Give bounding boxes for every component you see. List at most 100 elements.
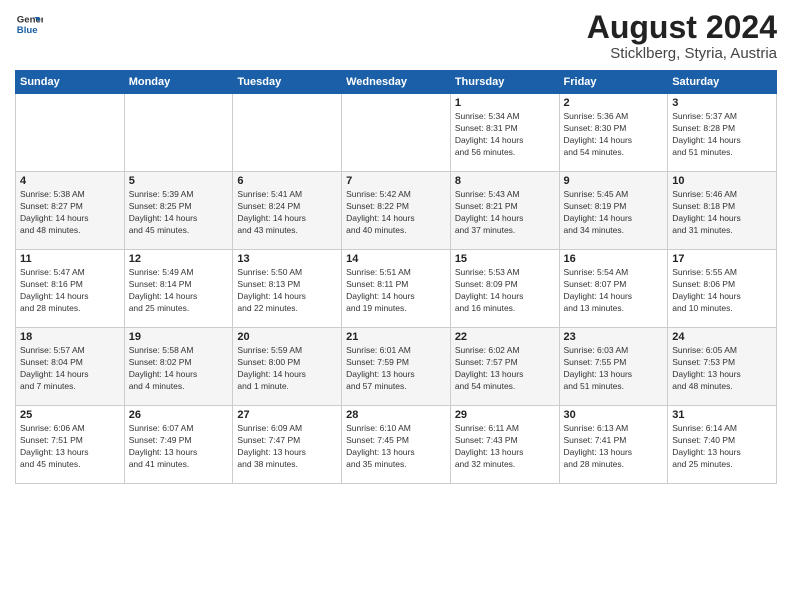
day-number: 24 [672,331,772,343]
table-row: 13 Sunrise: 5:50 AM Sunset: 8:13 PM Dayli… [233,250,342,328]
table-row: 19 Sunrise: 5:58 AM Sunset: 8:02 PM Dayli… [124,328,233,406]
table-row: 29Sunrise: 6:11 AM Sunset: 7:43 PM Dayli… [450,406,559,484]
day-number: 11 [20,253,120,265]
day-info: Sunrise: 5:59 AM Sunset: 8:00 PM Dayligh… [237,345,337,393]
day-number: 5 [129,175,229,187]
day-number: 14 [346,253,446,265]
day-number: 17 [672,253,772,265]
table-row: 9 Sunrise: 5:45 AM Sunset: 8:19 PM Daylig… [559,172,668,250]
table-row: 1 Sunrise: 5:34 AM Sunset: 8:31 PM Daylig… [450,94,559,172]
day-number: 27 [237,409,337,421]
day-number: 22 [455,331,555,343]
day-info: Sunrise: 5:34 AM Sunset: 8:31 PM Dayligh… [455,111,555,159]
table-row: 20 Sunrise: 5:59 AM Sunset: 8:00 PM Dayli… [233,328,342,406]
header-row: Sunday Monday Tuesday Wednesday Thursday… [16,71,777,94]
day-info: Sunrise: 6:02 AM Sunset: 7:57 PM Dayligh… [455,345,555,393]
table-row: 12 Sunrise: 5:49 AM Sunset: 8:14 PM Dayli… [124,250,233,328]
day-info: Sunrise: 5:55 AM Sunset: 8:06 PM Dayligh… [672,267,772,315]
day-info: Sunrise: 5:57 AM Sunset: 8:04 PM Dayligh… [20,345,120,393]
table-row: 8 Sunrise: 5:43 AM Sunset: 8:21 PM Daylig… [450,172,559,250]
table-row [124,94,233,172]
day-info: Sunrise: 5:43 AM Sunset: 8:21 PM Dayligh… [455,189,555,237]
day-number: 20 [237,331,337,343]
day-number: 3 [672,97,772,109]
day-info: Sunrise: 5:51 AM Sunset: 8:11 PM Dayligh… [346,267,446,315]
day-number: 15 [455,253,555,265]
table-row: 15 Sunrise: 5:53 AM Sunset: 8:09 PM Dayli… [450,250,559,328]
day-number: 9 [564,175,664,187]
header: General Blue August 2024 Sticklberg, Sty… [15,10,777,62]
day-number: 6 [237,175,337,187]
col-thursday: Thursday [450,71,559,94]
table-row [233,94,342,172]
title-block: August 2024 Sticklberg, Styria, Austria [587,10,777,62]
day-number: 8 [455,175,555,187]
day-number: 12 [129,253,229,265]
table-row: 28 Sunrise: 6:10 AM Sunset: 7:45 PM Dayli… [342,406,451,484]
table-row [342,94,451,172]
page-container: General Blue August 2024 Sticklberg, Sty… [0,0,792,494]
day-info: Sunrise: 6:09 AM Sunset: 7:47 PM Dayligh… [237,423,337,471]
table-row: 3 Sunrise: 5:37 AM Sunset: 8:28 PM Daylig… [668,94,777,172]
table-row: 22 Sunrise: 6:02 AM Sunset: 7:57 PM Dayli… [450,328,559,406]
day-info: Sunrise: 5:39 AM Sunset: 8:25 PM Dayligh… [129,189,229,237]
day-info: Sunrise: 6:07 AM Sunset: 7:49 PM Dayligh… [129,423,229,471]
table-row: 5 Sunrise: 5:39 AM Sunset: 8:25 PM Daylig… [124,172,233,250]
day-info: Sunrise: 6:05 AM Sunset: 7:53 PM Dayligh… [672,345,772,393]
logo: General Blue [15,10,43,38]
day-number: 13 [237,253,337,265]
day-number: 2 [564,97,664,109]
day-info: Sunrise: 5:53 AM Sunset: 8:09 PM Dayligh… [455,267,555,315]
table-row: 24 Sunrise: 6:05 AM Sunset: 7:53 PM Dayli… [668,328,777,406]
day-number: 30 [564,409,664,421]
day-info: Sunrise: 5:42 AM Sunset: 8:22 PM Dayligh… [346,189,446,237]
day-number: 18 [20,331,120,343]
col-wednesday: Wednesday [342,71,451,94]
col-sunday: Sunday [16,71,125,94]
month-year: August 2024 [587,10,777,45]
day-info: Sunrise: 6:14 AM Sunset: 7:40 PM Dayligh… [672,423,772,471]
day-info: Sunrise: 6:06 AM Sunset: 7:51 PM Dayligh… [20,423,120,471]
calendar-table: Sunday Monday Tuesday Wednesday Thursday… [15,70,777,484]
day-info: Sunrise: 5:54 AM Sunset: 8:07 PM Dayligh… [564,267,664,315]
day-number: 28 [346,409,446,421]
day-number: 25 [20,409,120,421]
day-info: Sunrise: 6:03 AM Sunset: 7:55 PM Dayligh… [564,345,664,393]
day-number: 10 [672,175,772,187]
table-row: 14 Sunrise: 5:51 AM Sunset: 8:11 PM Dayli… [342,250,451,328]
day-number: 7 [346,175,446,187]
table-row: 23Sunrise: 6:03 AM Sunset: 7:55 PM Dayli… [559,328,668,406]
col-monday: Monday [124,71,233,94]
day-number: 31 [672,409,772,421]
day-number: 1 [455,97,555,109]
day-info: Sunrise: 5:50 AM Sunset: 8:13 PM Dayligh… [237,267,337,315]
logo-icon: General Blue [15,10,43,38]
day-number: 21 [346,331,446,343]
day-number: 19 [129,331,229,343]
day-number: 29 [455,409,555,421]
table-row: 10 Sunrise: 5:46 AM Sunset: 8:18 PM Dayli… [668,172,777,250]
table-row: 16Sunrise: 5:54 AM Sunset: 8:07 PM Dayli… [559,250,668,328]
col-friday: Friday [559,71,668,94]
table-row: 30Sunrise: 6:13 AM Sunset: 7:41 PM Dayli… [559,406,668,484]
table-row: 21Sunrise: 6:01 AM Sunset: 7:59 PM Dayli… [342,328,451,406]
day-info: Sunrise: 6:10 AM Sunset: 7:45 PM Dayligh… [346,423,446,471]
location: Sticklberg, Styria, Austria [587,45,777,62]
table-row: 7 Sunrise: 5:42 AM Sunset: 8:22 PM Daylig… [342,172,451,250]
day-info: Sunrise: 5:37 AM Sunset: 8:28 PM Dayligh… [672,111,772,159]
table-row: 11Sunrise: 5:47 AM Sunset: 8:16 PM Dayli… [16,250,125,328]
day-number: 26 [129,409,229,421]
col-tuesday: Tuesday [233,71,342,94]
day-info: Sunrise: 5:45 AM Sunset: 8:19 PM Dayligh… [564,189,664,237]
table-row: 6Sunrise: 5:41 AM Sunset: 8:24 PM Daylig… [233,172,342,250]
table-row: 2 Sunrise: 5:36 AM Sunset: 8:30 PM Daylig… [559,94,668,172]
day-info: Sunrise: 5:49 AM Sunset: 8:14 PM Dayligh… [129,267,229,315]
table-row: 18 Sunrise: 5:57 AM Sunset: 8:04 PM Dayli… [16,328,125,406]
table-row: 25 Sunrise: 6:06 AM Sunset: 7:51 PM Dayli… [16,406,125,484]
day-info: Sunrise: 5:38 AM Sunset: 8:27 PM Dayligh… [20,189,120,237]
day-info: Sunrise: 5:36 AM Sunset: 8:30 PM Dayligh… [564,111,664,159]
day-info: Sunrise: 5:46 AM Sunset: 8:18 PM Dayligh… [672,189,772,237]
day-number: 4 [20,175,120,187]
day-info: Sunrise: 5:58 AM Sunset: 8:02 PM Dayligh… [129,345,229,393]
table-row: 4 Sunrise: 5:38 AM Sunset: 8:27 PM Daylig… [16,172,125,250]
